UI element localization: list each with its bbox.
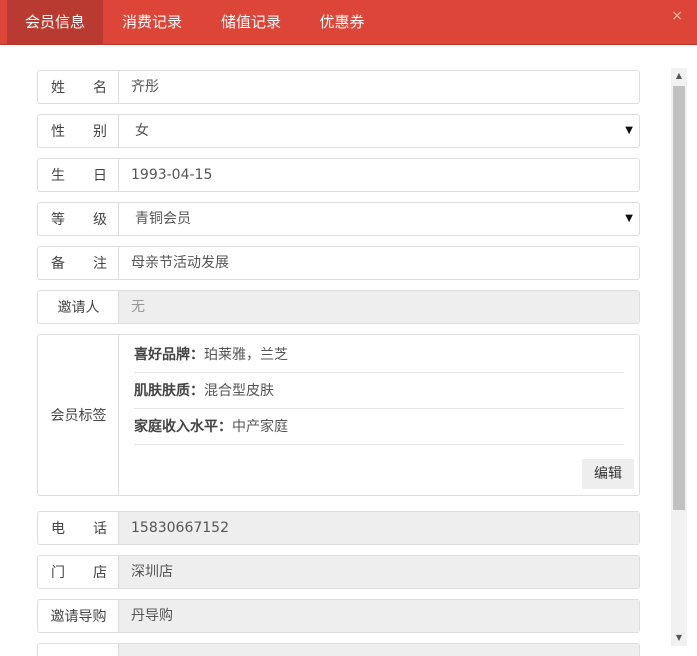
tag-item: 喜好品牌：珀莱雅，兰芝 <box>134 337 624 373</box>
tag-value: 中产家庭 <box>232 419 288 435</box>
remark-label-char-1: 备 <box>51 256 65 272</box>
dropdown-caret-icon: ▼ <box>625 125 633 136</box>
birthday-label-char-2: 日 <box>93 168 107 184</box>
birthday-label-char-1: 生 <box>51 168 65 184</box>
guide-label-text: 邀请导购 <box>50 609 107 625</box>
gender-select[interactable]: 女 ▼ <box>119 115 639 147</box>
tag-item: 肌肤肤质：混合型皮肤 <box>134 373 624 409</box>
remark-label: 备 注 <box>38 247 119 279</box>
phone-label: 电 话 <box>38 512 119 544</box>
vertical-scrollbar[interactable]: ▲ ▼ <box>671 68 687 646</box>
birthday-input[interactable]: 1993-04-15 <box>119 159 639 191</box>
store-label-char-1: 门 <box>51 565 65 581</box>
level-label-char-1: 等 <box>51 212 65 228</box>
name-row: 姓 名 齐彤 <box>37 70 640 104</box>
phone-label-char-2: 话 <box>93 521 107 537</box>
store-row: 门 店 深圳店 <box>37 555 640 589</box>
tag-item: 家庭收入水平：中产家庭 <box>134 409 624 445</box>
gender-row: 性 别 女 ▼ <box>37 114 640 148</box>
gender-label-char-2: 别 <box>93 124 107 140</box>
dropdown-caret-icon: ▼ <box>625 213 633 224</box>
tag-value: 混合型皮肤 <box>204 383 274 399</box>
name-label-char-1: 姓 <box>51 80 65 96</box>
member-info-form: 姓 名 齐彤 性 别 女 ▼ 生 日 1993-04-15 等 级 青铜会员 ▼ <box>37 70 640 656</box>
member-tags-label-text: 会员标签 <box>50 408 107 424</box>
edit-tags-button[interactable]: 编辑 <box>582 459 634 489</box>
store-field: 深圳店 <box>119 556 639 588</box>
tab-member-info[interactable]: 会员信息 <box>7 0 103 44</box>
inviter-row: 邀请人 无 <box>37 290 640 324</box>
member-tags-label: 会员标签 <box>38 335 119 495</box>
close-icon[interactable]: × <box>671 8 683 24</box>
name-label: 姓 名 <box>38 71 119 103</box>
name-label-char-2: 名 <box>93 80 107 96</box>
gender-label-char-1: 性 <box>51 124 65 140</box>
gender-label: 性 别 <box>38 115 119 147</box>
level-select-value: 青铜会员 <box>135 211 191 227</box>
phone-field: 15830667152 <box>119 512 639 544</box>
scroll-down-arrow-icon[interactable]: ▼ <box>671 630 687 646</box>
phone-label-char-1: 电 <box>51 521 65 537</box>
tab-stored-value-records[interactable]: 储值记录 <box>205 0 297 44</box>
phone-row: 电 话 15830667152 <box>37 511 640 545</box>
remark-label-char-2: 注 <box>93 256 107 272</box>
level-row: 等 级 青铜会员 ▼ <box>37 202 640 236</box>
tab-bar: 会员信息 消费记录 储值记录 优惠券 × <box>0 0 697 45</box>
guide-row: 邀请导购 丹导购 <box>37 599 640 633</box>
level-select[interactable]: 青铜会员 ▼ <box>119 203 639 235</box>
tag-key: 肌肤肤质： <box>134 383 204 399</box>
tab-coupons[interactable]: 优惠券 <box>306 0 378 44</box>
store-label: 门 店 <box>38 556 119 588</box>
tab-consumption-records[interactable]: 消费记录 <box>106 0 198 44</box>
guide-field: 丹导购 <box>119 600 639 632</box>
level-label-char-2: 级 <box>93 212 107 228</box>
inviter-label: 邀请人 <box>38 291 119 323</box>
tag-key: 喜好品牌： <box>134 347 204 363</box>
next-row <box>37 643 640 656</box>
tag-value: 珀莱雅，兰芝 <box>204 347 288 363</box>
scroll-up-arrow-icon[interactable]: ▲ <box>671 68 687 84</box>
name-input[interactable]: 齐彤 <box>119 71 639 103</box>
birthday-label: 生 日 <box>38 159 119 191</box>
inviter-label-text: 邀请人 <box>57 300 100 316</box>
remark-row: 备 注 母亲节活动发展 <box>37 246 640 280</box>
next-row-field <box>119 644 639 656</box>
gender-select-value: 女 <box>135 123 149 139</box>
inviter-field: 无 <box>119 291 639 323</box>
tag-key: 家庭收入水平： <box>134 419 232 435</box>
scrollbar-thumb[interactable] <box>673 86 685 510</box>
guide-label: 邀请导购 <box>38 600 119 632</box>
remark-input[interactable]: 母亲节活动发展 <box>119 247 639 279</box>
store-label-char-2: 店 <box>93 565 107 581</box>
member-tags-row: 会员标签 喜好品牌：珀莱雅，兰芝 肌肤肤质：混合型皮肤 家庭收入水平：中产家庭 … <box>37 334 640 496</box>
level-label: 等 级 <box>38 203 119 235</box>
birthday-row: 生 日 1993-04-15 <box>37 158 640 192</box>
next-row-label <box>38 644 119 656</box>
